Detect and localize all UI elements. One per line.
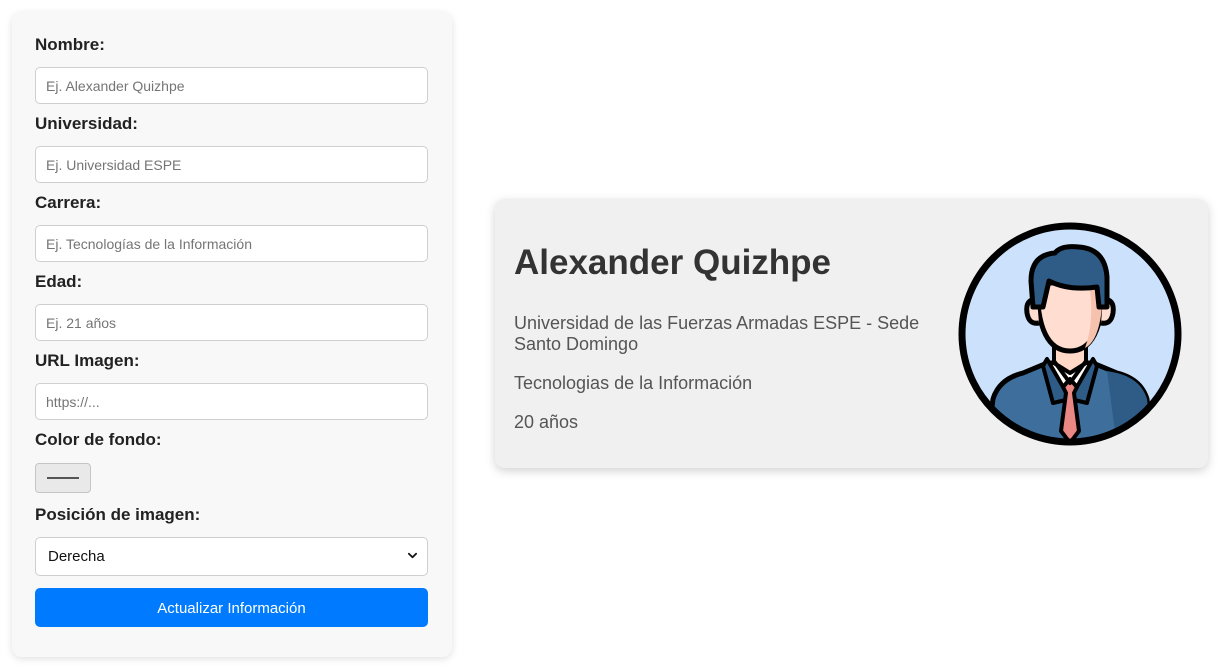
background-color-label: Color de fondo: <box>35 430 162 449</box>
profile-university: Universidad de las Fuerzas Armadas ESPE … <box>514 313 920 354</box>
businessman-avatar-icon <box>958 222 1182 446</box>
name-label: Nombre: <box>35 35 105 54</box>
university-label: Universidad: <box>35 114 138 133</box>
career-input[interactable] <box>35 225 428 262</box>
image-position-selected: Derecha <box>48 548 105 565</box>
profile-card: Alexander Quizhpe Universidad de las Fue… <box>495 199 1208 468</box>
name-input[interactable] <box>35 67 428 104</box>
background-color-picker[interactable] <box>35 463 91 493</box>
image-position-label: Posición de imagen: <box>35 505 201 524</box>
image-url-label: URL Imagen: <box>35 351 140 370</box>
age-input[interactable] <box>35 304 428 341</box>
chevron-down-icon <box>408 552 417 559</box>
color-swatch-preview <box>47 477 79 479</box>
profile-name: Alexander Quizhpe <box>514 243 832 282</box>
age-label: Edad: <box>35 272 83 291</box>
university-input[interactable] <box>35 146 428 183</box>
career-label: Carrera: <box>35 193 102 212</box>
profile-career: Tecnologias de la Información <box>514 373 753 393</box>
image-url-input[interactable] <box>35 383 428 420</box>
update-info-button[interactable]: Actualizar Información <box>35 588 428 627</box>
profile-form: Nombre: Universidad: Carrera: Edad: URL … <box>12 12 452 657</box>
image-position-select[interactable]: Derecha <box>35 537 428 576</box>
profile-age: 20 años <box>514 412 579 432</box>
